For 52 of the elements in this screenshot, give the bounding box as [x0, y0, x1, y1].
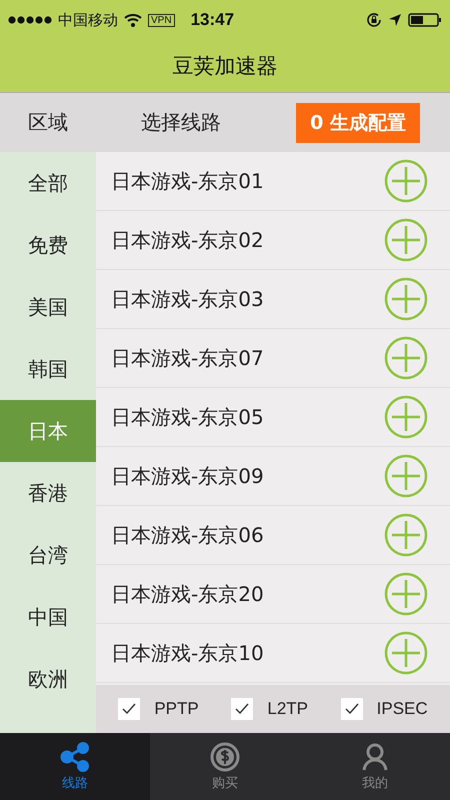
route-name: 日本游戏-东京10	[111, 640, 265, 666]
protocol-checkbox[interactable]	[340, 698, 363, 720]
region-item[interactable]: 香港	[0, 462, 96, 524]
person-icon	[360, 742, 390, 772]
add-icon[interactable]	[384, 277, 428, 321]
route-name: 日本游戏-东京20	[111, 580, 265, 608]
region-column-label: 区域	[27, 109, 69, 136]
route-name: 日本游戏-东京05	[111, 404, 265, 430]
rotation-lock-icon	[366, 12, 382, 28]
region-item[interactable]: 免费	[0, 214, 96, 276]
add-icon[interactable]	[384, 572, 428, 616]
region-item[interactable]: 韩国	[0, 338, 96, 400]
route-name: 日本游戏-东京07	[111, 344, 265, 372]
add-icon[interactable]	[384, 159, 428, 203]
battery-icon	[408, 13, 442, 27]
region-item[interactable]: 欧洲	[0, 648, 96, 710]
route-column-label: 选择线路	[140, 109, 222, 136]
wifi-icon	[124, 14, 142, 26]
region-item[interactable]: 台湾	[0, 524, 96, 586]
checkmark-icon	[235, 703, 250, 715]
protocol-label: IPSEC	[376, 699, 428, 719]
protocol-label: PPTP	[154, 699, 199, 719]
add-icon[interactable]	[384, 454, 428, 498]
carrier-name: 中国移动	[58, 10, 118, 30]
protocol-checkbox[interactable]	[118, 698, 140, 720]
add-icon[interactable]	[384, 336, 428, 380]
add-icon[interactable]	[384, 395, 428, 439]
route-name: 日本游戏-东京06	[111, 522, 265, 548]
app-title: 豆荚加速器	[172, 53, 278, 80]
share-icon	[60, 742, 90, 772]
tab-item[interactable]: 线路	[0, 733, 150, 800]
region-item[interactable]: 全部	[0, 152, 96, 214]
route-name: 日本游戏-东京02	[111, 226, 265, 254]
protocol-label: L2TP	[267, 699, 308, 719]
add-icon[interactable]	[384, 218, 428, 262]
tab-item[interactable]: 购买	[150, 733, 300, 800]
location-icon	[388, 13, 402, 27]
region-item[interactable]: 中国	[0, 586, 96, 648]
add-icon[interactable]	[384, 513, 428, 557]
tab-item[interactable]: 我的	[300, 733, 450, 800]
dollar-icon	[210, 742, 240, 772]
add-icon[interactable]	[384, 631, 428, 675]
route-name: 日本游戏-东京03	[111, 286, 265, 312]
region-item[interactable]: 美国	[0, 276, 96, 338]
route-name: 日本游戏-东京09	[111, 462, 265, 490]
clock-time: 13:47	[190, 10, 234, 30]
checkmark-icon	[344, 703, 359, 715]
checkmark-icon	[122, 703, 136, 715]
route-name: 日本游戏-东京01	[111, 168, 265, 194]
protocol-checkbox[interactable]	[231, 698, 254, 720]
vpn-indicator: VPN	[148, 14, 175, 26]
signal-icon	[8, 16, 52, 24]
